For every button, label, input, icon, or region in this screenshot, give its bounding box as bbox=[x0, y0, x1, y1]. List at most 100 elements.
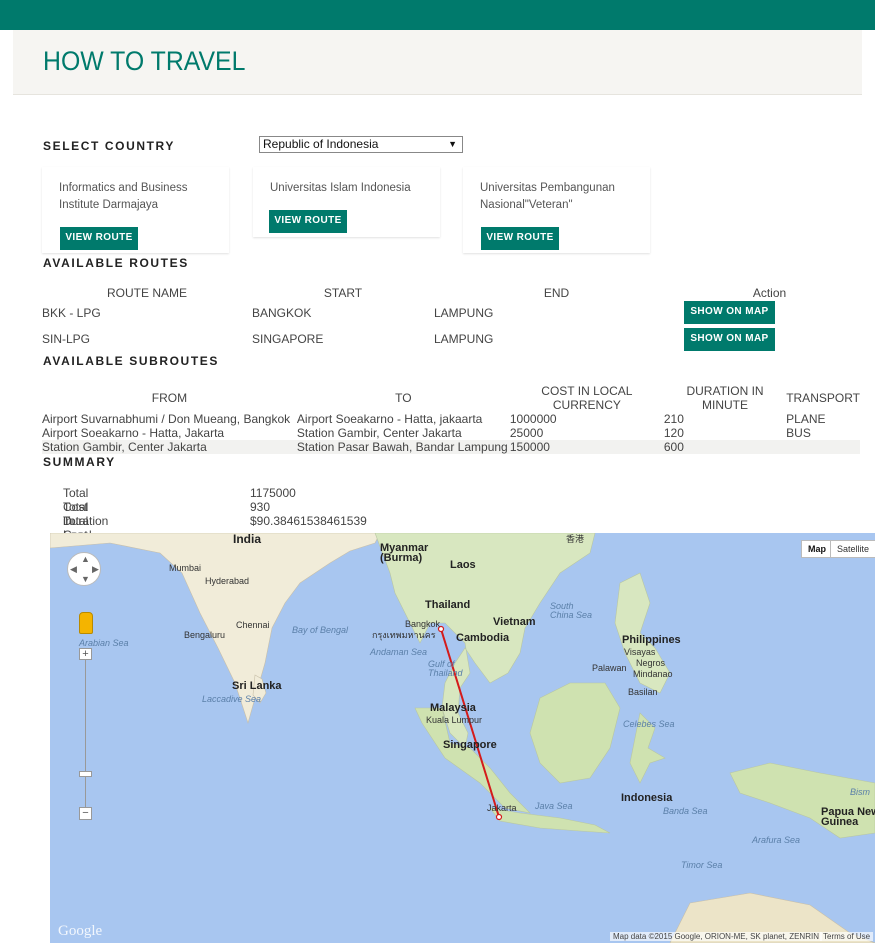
subroute-duration: 600 bbox=[663, 440, 684, 454]
title-bar: HOW TO TRAVEL bbox=[13, 30, 862, 95]
zoom-in-icon[interactable]: + bbox=[79, 648, 92, 660]
university-card: Universitas Islam Indonesia VIEW ROUTE bbox=[253, 167, 440, 237]
subroute-to: Airport Soeakarno - Hatta, jakaarta bbox=[296, 412, 483, 426]
page-title: HOW TO TRAVEL bbox=[43, 46, 246, 76]
university-name: Universitas Pembangunan Nasional"Veteran… bbox=[480, 182, 615, 211]
show-on-map-button[interactable]: SHOW ON MAP bbox=[684, 301, 775, 324]
map-label: Mumbai bbox=[169, 563, 202, 573]
view-route-button[interactable]: VIEW ROUTE bbox=[60, 227, 138, 250]
dropdown-arrow-icon: ▼ bbox=[448, 139, 457, 149]
map-label: Negros bbox=[636, 658, 666, 668]
table-row: BKK - LPG BANGKOK LAMPUNG SHOW ON MAP bbox=[42, 301, 860, 325]
subroute-transport: PLANE bbox=[786, 412, 826, 426]
pan-down-icon: ▼ bbox=[81, 574, 90, 584]
available-subroutes-title: AVAILABLE SUBROUTES bbox=[43, 354, 219, 368]
table-row: Station Gambir, Center Jakarta Station P… bbox=[42, 440, 860, 454]
map-label: Thailand bbox=[425, 599, 471, 611]
map-attribution: Map data ©2015 Google, ORION-ME, SK plan… bbox=[610, 932, 822, 941]
subroute-cost: 1000000 bbox=[509, 412, 557, 426]
map-label: South China Sea bbox=[550, 601, 593, 620]
university-card: Universitas Pembangunan Nasional"Veteran… bbox=[463, 167, 650, 253]
terms-of-use-link[interactable]: Terms of Use bbox=[820, 932, 874, 941]
street-view-pegman-icon[interactable] bbox=[79, 612, 93, 634]
subroute-to: Station Gambir, Center Jakarta bbox=[296, 426, 462, 440]
column-header: END bbox=[543, 285, 570, 300]
map-label: Singapore bbox=[443, 739, 497, 751]
pan-right-icon: ▶ bbox=[92, 564, 99, 574]
map-label: Visayas bbox=[624, 647, 656, 657]
view-route-button[interactable]: VIEW ROUTE bbox=[269, 210, 347, 233]
route-map[interactable]: ▲ ◀ ▶ ▼ + − Map Satellite India Myanmar … bbox=[50, 533, 875, 943]
table-header-row: FROM TO COST IN LOCAL CURRENCY DURATION … bbox=[42, 384, 860, 412]
map-label: India bbox=[233, 533, 262, 546]
map-label: Jakarta bbox=[487, 803, 517, 813]
map-label: Kuala Lumpur bbox=[426, 715, 483, 725]
subroute-transport: BUS bbox=[786, 426, 811, 440]
map-label: Java Sea bbox=[535, 801, 573, 811]
map-label: Arafura Sea bbox=[752, 835, 801, 845]
map-label: Gulf of Thailand bbox=[428, 659, 463, 678]
satellite-type-button[interactable]: Satellite bbox=[830, 540, 875, 558]
subroute-from: Airport Soeakarno - Hatta, Jakarta bbox=[42, 426, 225, 440]
map-label: Malaysia bbox=[430, 702, 476, 714]
map-label: Arabian Sea bbox=[79, 638, 129, 648]
map-label: Sri Lanka bbox=[232, 680, 282, 692]
zoom-slider-handle[interactable] bbox=[79, 771, 92, 777]
table-row: Airport Soeakarno - Hatta, Jakarta Stati… bbox=[42, 426, 860, 440]
map-label: Bay of Bengal bbox=[292, 625, 349, 635]
map-label: Laos bbox=[450, 559, 476, 571]
map-label: Palawan bbox=[592, 663, 627, 673]
top-bar bbox=[0, 0, 875, 30]
map-label: Banda Sea bbox=[663, 806, 708, 816]
map-label: Philippines bbox=[622, 634, 681, 646]
route-end: LAMPUNG bbox=[434, 332, 494, 346]
table-row: Airport Suvarnabhumi / Don Mueang, Bangk… bbox=[42, 412, 860, 426]
pan-up-icon: ▲ bbox=[81, 554, 90, 564]
route-start: SINGAPORE bbox=[252, 332, 324, 346]
subroute-from: Airport Suvarnabhumi / Don Mueang, Bangk… bbox=[42, 412, 291, 426]
summary-value: $90.38461538461539 bbox=[250, 514, 367, 528]
university-name: Universitas Islam Indonesia bbox=[270, 182, 411, 194]
route-start: BANGKOK bbox=[252, 306, 312, 320]
routes-table: ROUTE NAME START END Action BKK - LPG BA… bbox=[42, 284, 860, 351]
view-route-button[interactable]: VIEW ROUTE bbox=[481, 227, 559, 250]
map-label: Chennai bbox=[236, 620, 270, 630]
map-label: Bengaluru bbox=[184, 630, 226, 640]
subroute-from: Station Gambir, Center Jakarta bbox=[42, 440, 207, 454]
map-label: Hyderabad bbox=[205, 576, 250, 586]
route-name: SIN-LPG bbox=[42, 332, 91, 346]
map-label: Bism bbox=[850, 787, 870, 797]
map-type-button[interactable]: Map bbox=[801, 540, 833, 558]
pan-control[interactable]: ▲ ◀ ▶ ▼ bbox=[67, 552, 101, 586]
column-header: COST IN LOCAL CURRENCY bbox=[541, 384, 633, 412]
summary-value: 930 bbox=[250, 500, 271, 514]
subroute-cost: 150000 bbox=[509, 440, 550, 454]
map-label: Laccadive Sea bbox=[202, 694, 262, 704]
available-routes-title: AVAILABLE ROUTES bbox=[43, 256, 189, 270]
map-label: Myanmar (Burma) bbox=[380, 542, 429, 564]
zoom-slider-track[interactable] bbox=[85, 660, 86, 807]
map-label: Indonesia bbox=[621, 792, 673, 804]
show-on-map-button[interactable]: SHOW ON MAP bbox=[684, 328, 775, 351]
map-label: Celebes Sea bbox=[623, 719, 675, 729]
column-header: START bbox=[323, 285, 363, 300]
zoom-out-icon[interactable]: − bbox=[79, 807, 92, 820]
summary-title: SUMMARY bbox=[43, 455, 116, 469]
map-label: Basilan bbox=[628, 687, 658, 697]
route-end: LAMPUNG bbox=[434, 306, 494, 320]
map-label: Cambodia bbox=[456, 632, 510, 644]
map-label: 香港 bbox=[566, 534, 585, 544]
summary-value: 1175000 bbox=[250, 486, 296, 500]
subroute-duration: 210 bbox=[663, 412, 684, 426]
column-header: ROUTE NAME bbox=[106, 285, 187, 300]
column-header: TRANSPORT bbox=[786, 391, 860, 405]
column-header: FROM bbox=[151, 391, 188, 405]
google-logo: Google bbox=[58, 923, 103, 939]
map-land-shapes bbox=[50, 533, 875, 943]
table-header-row: ROUTE NAME START END Action bbox=[42, 284, 860, 301]
map-label: Papua New Guinea bbox=[821, 806, 875, 828]
select-country-label: SELECT COUNTRY bbox=[43, 139, 175, 153]
country-select[interactable]: Republic of Indonesia ▼ bbox=[259, 136, 463, 153]
pan-left-icon: ◀ bbox=[70, 564, 77, 574]
subroute-to: Station Pasar Bawah, Bandar Lampung bbox=[296, 440, 508, 454]
